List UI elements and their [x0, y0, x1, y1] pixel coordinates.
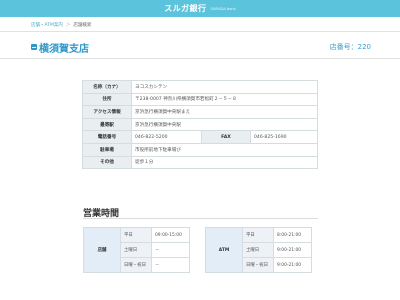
hours-day: 平日 [242, 227, 274, 243]
breadcrumb-separator: ＞ [65, 23, 71, 28]
atm-hours-table: ATM 平日 8:00-21:00 土曜日 9:00-21:00 日曜・祝日 9… [205, 227, 312, 273]
brand-subtitle: SURUGA bank [210, 6, 236, 11]
divider [0, 31, 400, 32]
hours-day: 土曜日 [120, 242, 152, 258]
branch-hours-table: 店舗 平日 09:00-15:00 土曜日 － 日曜・祝日 － [83, 227, 190, 273]
row-label: 最寄駅 [82, 117, 132, 132]
branch-info-table: 名称（カナ） ヨコスカシテン 住所 〒238-0007 神奈川県横須賀市若松町２… [82, 80, 318, 170]
hours-time: 9:00-21:00 [273, 257, 312, 273]
hours-category: 店舗 [83, 227, 121, 273]
table-row: ATM 平日 8:00-21:00 [205, 227, 312, 273]
table-row: 名称（カナ） ヨコスカシテン [82, 80, 318, 94]
hours-day: 日曜・祝日 [242, 257, 274, 273]
hours-time: 09:00-15:00 [151, 227, 190, 243]
hours-day: 日曜・祝日 [120, 257, 152, 273]
branch-number: 店番号：220 [329, 43, 371, 51]
hours-time: － [151, 257, 190, 273]
row-label: その他 [82, 155, 132, 170]
address-value: 〒238-0007 神奈川県横須賀市若松町２－５－８ [131, 92, 318, 107]
breadcrumb-link[interactable]: 店舗・ATM案内 [31, 22, 63, 28]
hours-category: ATM [205, 227, 243, 273]
hours-day: 土曜日 [242, 242, 274, 258]
row-value: ヨコスカシテン [131, 80, 318, 94]
fax-value: 046-825-1690 [250, 130, 318, 144]
row-label: 名称（カナ） [82, 80, 132, 94]
hours-time: 9:00-21:00 [273, 242, 312, 258]
row-label: 電話番号 [82, 130, 132, 144]
brand-logo[interactable]: スルガ銀行 [164, 3, 206, 14]
row-label: アクセス情報 [82, 105, 132, 119]
row-value: 徒歩１分 [131, 155, 318, 170]
row-label: FAX [201, 130, 251, 144]
table-row: 電話番号 046-822-5200 FAX 046-825-1690 [82, 130, 318, 144]
branch-heading: 横須賀支店 店番号：220 [31, 40, 371, 55]
hours-day: 平日 [120, 227, 152, 243]
bank-icon [31, 44, 37, 50]
divider [0, 58, 400, 59]
hours-time: － [151, 242, 190, 258]
row-label: 住所 [82, 92, 132, 107]
breadcrumb: 店舗・ATM案内 ＞ 店舗検索 [31, 22, 91, 28]
hours-time: 8:00-21:00 [273, 227, 312, 243]
breadcrumb-current: 店舗検索 [73, 23, 92, 28]
divider [83, 218, 318, 219]
phone-value[interactable]: 046-822-5200 [131, 130, 202, 144]
page-title: 横須賀支店 [39, 43, 89, 55]
row-value: 京浜急行横須賀中央駅まえ [131, 105, 318, 119]
table-row: その他 徒歩１分 [82, 155, 318, 170]
header-bar: スルガ銀行 SURUGA bank [0, 0, 400, 17]
table-row: 駐車場 市役所前地下駐車場び [82, 142, 318, 157]
table-row: アクセス情報 京浜急行横須賀中央駅まえ [82, 105, 318, 119]
row-value: 京浜急行横須賀中央駅 [131, 117, 318, 132]
table-row: 店舗 平日 09:00-15:00 [83, 227, 190, 273]
table-row: 住所 〒238-0007 神奈川県横須賀市若松町２－５－８ [82, 92, 318, 107]
row-value: 市役所前地下駐車場び [131, 142, 318, 157]
row-label: 駐車場 [82, 142, 132, 157]
table-row: 最寄駅 京浜急行横須賀中央駅 [82, 117, 318, 132]
